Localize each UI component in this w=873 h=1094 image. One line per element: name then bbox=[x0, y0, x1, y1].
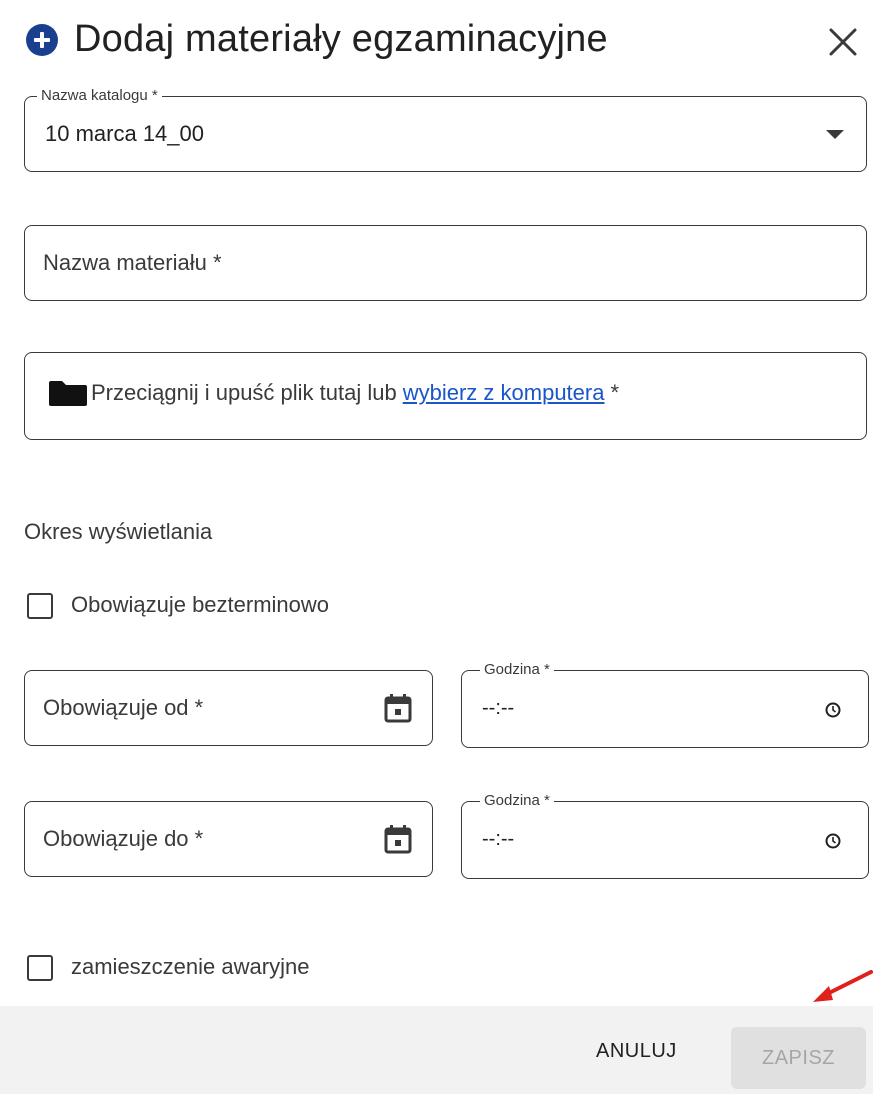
display-period-label: Okres wyświetlania bbox=[24, 519, 213, 544]
indefinite-checkbox[interactable] bbox=[27, 593, 53, 619]
catalog-select[interactable]: Nazwa katalogu * 10 marca 14_00 bbox=[24, 87, 867, 172]
material-name-input[interactable]: Nazwa materiału * bbox=[24, 225, 867, 301]
dropzone-required-mark: * bbox=[610, 380, 620, 405]
file-dropzone[interactable]: Przeciągnij i upuść plik tutaj lub wybie… bbox=[24, 352, 867, 440]
dropzone-text: Przeciągnij i upuść plik tutaj lub bbox=[91, 380, 397, 405]
dialog-footer: ANULUJ ZAPISZ bbox=[0, 1006, 873, 1094]
clock-icon[interactable] bbox=[824, 701, 842, 719]
valid-from-time-value: --:-- bbox=[482, 697, 515, 719]
valid-to-time-value: --:-- bbox=[482, 828, 515, 850]
folder-icon bbox=[49, 381, 87, 406]
emergency-checkbox[interactable] bbox=[27, 955, 53, 981]
dialog-title: Dodaj materiały egzaminacyjne bbox=[74, 18, 608, 60]
arrow-icon bbox=[813, 970, 873, 1002]
calendar-icon[interactable] bbox=[384, 693, 412, 723]
calendar-icon[interactable] bbox=[384, 824, 412, 854]
close-icon[interactable] bbox=[826, 25, 860, 59]
plus-circle-icon bbox=[26, 24, 58, 56]
valid-to-date-input[interactable]: Obowiązuje do * bbox=[24, 801, 433, 877]
chevron-down-icon[interactable] bbox=[826, 130, 844, 139]
save-button[interactable]: ZAPISZ bbox=[731, 1027, 866, 1089]
catalog-label: Nazwa katalogu * bbox=[37, 87, 162, 105]
clock-icon[interactable] bbox=[824, 832, 842, 850]
choose-file-link[interactable]: wybierz z komputera bbox=[403, 380, 605, 406]
valid-from-date-input[interactable]: Obowiązuje od * bbox=[24, 670, 433, 746]
valid-to-time-label: Godzina * bbox=[480, 792, 554, 810]
indefinite-checkbox-label: Obowiązuje bezterminowo bbox=[71, 592, 330, 617]
material-name-placeholder: Nazwa materiału * bbox=[43, 250, 222, 275]
valid-to-time-input[interactable]: Godzina * --:-- bbox=[461, 792, 869, 879]
emergency-checkbox-label: zamieszczenie awaryjne bbox=[71, 954, 310, 979]
valid-to-placeholder: Obowiązuje do * bbox=[43, 826, 204, 851]
valid-from-placeholder: Obowiązuje od * bbox=[43, 695, 204, 720]
valid-from-time-label: Godzina * bbox=[480, 661, 554, 679]
valid-from-time-input[interactable]: Godzina * --:-- bbox=[461, 661, 869, 748]
catalog-value: 10 marca 14_00 bbox=[45, 121, 204, 146]
cancel-button[interactable]: ANULUJ bbox=[574, 1031, 699, 1071]
